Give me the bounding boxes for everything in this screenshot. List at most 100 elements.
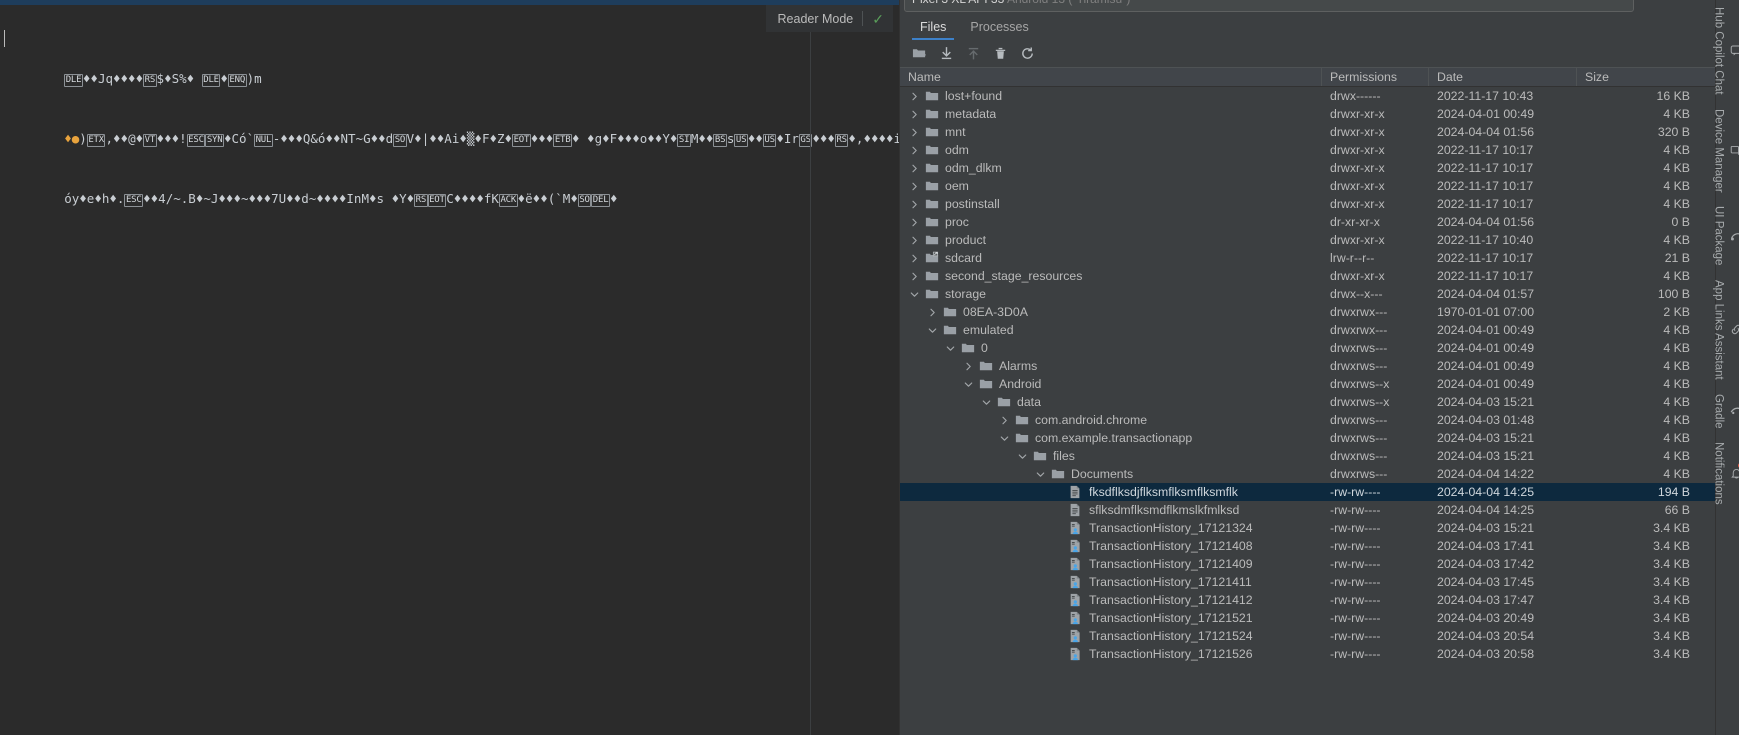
device-selector-combo[interactable]: Pixel 3 XL API 33 Android 13 ("Tiramisu"…	[904, 0, 1634, 12]
chevron-down-icon[interactable]	[926, 324, 939, 337]
file-tree-table[interactable]: lost+found drwx------ 2022-11-17 10:43 16 K…	[900, 87, 1739, 735]
file-row[interactable]: com.android.chrome drwxrws--- 2024-04-03 0…	[900, 411, 1739, 429]
file-size: 320 B	[1657, 125, 1690, 139]
file-name-label: Alarms	[999, 359, 1038, 373]
file-row[interactable]: Alarms drwxrws--- 2024-04-01 00:49 4 KB	[900, 357, 1739, 375]
chevron-right-icon[interactable]	[908, 162, 921, 175]
chevron-right-icon[interactable]	[908, 108, 921, 121]
file-name-label: oem	[945, 179, 969, 193]
file-row[interactable]: TransactionHistory_17121411 -rw-rw---- 202…	[900, 573, 1739, 591]
file-size: 4 KB	[1663, 467, 1690, 481]
editor-text-content[interactable]: DLE ♦♦Jq♦♦♦♦ RS $♦S%♦ DLE ♦ ENQ)m ♦●) ETX ,♦♦@♦…	[0, 5, 899, 735]
save-as-button[interactable]	[933, 41, 959, 65]
file-row[interactable]: odm drwxr-xr-x 2022-11-17 10:17 4 KB	[900, 141, 1739, 159]
chevron-down-icon[interactable]	[998, 432, 1011, 445]
file-row[interactable]: TransactionHistory_17121324 -rw-rw---- 202…	[900, 519, 1739, 537]
file-permissions: drwxr-xr-x	[1330, 179, 1385, 193]
file-size: 4 KB	[1663, 233, 1690, 247]
file-row[interactable]: data drwxrws--x 2024-04-03 15:21 4 KB	[900, 393, 1739, 411]
copilot-chat-icon	[1730, 44, 1739, 57]
upload-icon	[966, 46, 981, 61]
file-row[interactable]: Android drwxrws--x 2024-04-01 00:49 4 KB	[900, 375, 1739, 393]
file-name-label: metadata	[945, 107, 997, 121]
file-row[interactable]: emulated drwxrwx--- 2024-04-01 00:49 4 KB	[900, 321, 1739, 339]
chevron-right-icon[interactable]	[908, 144, 921, 157]
file-row[interactable]: Documents drwxrws--- 2024-04-04 14:22 4 KB	[900, 465, 1739, 483]
chevron-right-icon[interactable]	[908, 180, 921, 193]
file-row[interactable]: TransactionHistory_17121408 -rw-rw---- 202…	[900, 537, 1739, 555]
file-row[interactable]: postinstall drwxr-xr-x 2022-11-17 10:17 4 K…	[900, 195, 1739, 213]
chevron-right-icon[interactable]	[926, 306, 939, 319]
file-name-cell: TransactionHistory_17121521	[900, 610, 1322, 626]
file-row[interactable]: 0 drwxrws--- 2024-04-01 00:49 4 KB	[900, 339, 1739, 357]
file-row[interactable]: sflksdmflksmdflkmslkfmlksd -rw-rw---- 2024…	[900, 501, 1739, 519]
file-row[interactable]: odm_dlkm drwxr-xr-x 2022-11-17 10:17 4 KB	[900, 159, 1739, 177]
file-row[interactable]: com.example.transactionapp drwxrws--- 2024…	[900, 429, 1739, 447]
file-name-label: proc	[945, 215, 969, 229]
file-row[interactable]: product drwxr-xr-x 2022-11-17 10:40 4 KB	[900, 231, 1739, 249]
column-header-date[interactable]: Date	[1429, 68, 1577, 86]
chevron-right-icon[interactable]	[962, 360, 975, 373]
chevron-down-icon[interactable]	[980, 396, 993, 409]
file-row[interactable]: TransactionHistory_17121409 -rw-rw---- 202…	[900, 555, 1739, 573]
chevron-down-icon[interactable]	[1034, 468, 1047, 481]
rail-item-hub-copilot-chat[interactable]: Hub Copilot Chat	[1713, 2, 1739, 104]
file-date: 2024-04-03 15:21	[1437, 395, 1535, 409]
file-name-label: postinstall	[945, 197, 1000, 211]
file-row[interactable]: sdcard lrw-r--r-- 2022-11-17 10:17 21 B	[900, 249, 1739, 267]
chevron-right-icon[interactable]	[908, 234, 921, 247]
rail-item-gradle[interactable]: Gradle	[1713, 389, 1739, 438]
folder-icon	[925, 142, 941, 158]
file-row[interactable]: oem drwxr-xr-x 2022-11-17 10:17 4 KB	[900, 177, 1739, 195]
file-row[interactable]: mnt drwxr-xr-x 2024-04-04 01:56 320 B	[900, 123, 1739, 141]
file-row[interactable]: storage drwx--x--- 2024-04-04 01:57 100 B	[900, 285, 1739, 303]
column-header-permissions[interactable]: Permissions	[1322, 68, 1429, 86]
file-row[interactable]: second_stage_resources drwxr-xr-x 2022-11-…	[900, 267, 1739, 285]
rail-item-device-manager[interactable]: Device Manager	[1713, 104, 1739, 202]
file-row[interactable]: metadata drwxr-xr-x 2024-04-01 00:49 4 KB	[900, 105, 1739, 123]
binary-editor-pane[interactable]: Reader Mode ✓ DLE ♦♦Jq♦♦♦♦ RS $♦S%♦ DLE ♦ ENQ…	[0, 0, 900, 735]
file-name-label: mnt	[945, 125, 966, 139]
folder-icon	[925, 232, 941, 248]
chevron-down-icon[interactable]	[962, 378, 975, 391]
file-row[interactable]: fksdflksdjflksmflksmflksmflk -rw-rw---- 20…	[900, 483, 1739, 501]
rail-item-ui-package[interactable]: UI Package	[1713, 201, 1739, 274]
tab-files[interactable]: Files	[908, 16, 958, 40]
file-name-label: com.android.chrome	[1035, 413, 1148, 427]
chevron-right-icon[interactable]	[908, 90, 921, 103]
new-folder-button[interactable]	[906, 41, 932, 65]
chevron-right-icon[interactable]	[908, 252, 921, 265]
file-permissions: drwx--x---	[1330, 287, 1383, 301]
upload-button[interactable]	[960, 41, 986, 65]
folder-icon	[979, 358, 995, 374]
chevron-down-icon[interactable]	[944, 342, 957, 355]
file-permissions: -rw-rw----	[1330, 611, 1381, 625]
tab-processes[interactable]: Processes	[958, 16, 1040, 40]
file-row[interactable]: TransactionHistory_17121524 -rw-rw---- 202…	[900, 627, 1739, 645]
rail-item-app-links-assistant[interactable]: App Links Assistant	[1713, 275, 1739, 389]
chevron-down-icon[interactable]	[908, 288, 921, 301]
chevron-right-icon[interactable]	[908, 216, 921, 229]
file-row[interactable]: proc dr-xr-xr-x 2024-04-04 01:56 0 B	[900, 213, 1739, 231]
file-size: 3.4 KB	[1653, 647, 1690, 661]
file-date: 2024-04-01 00:49	[1437, 359, 1535, 373]
file-permissions: -rw-rw----	[1330, 557, 1381, 571]
column-header-name[interactable]: Name	[900, 68, 1322, 86]
file-date: 2024-04-04 14:22	[1437, 467, 1535, 481]
synchronize-button[interactable]	[1014, 41, 1040, 65]
column-header-size[interactable]: Size	[1577, 68, 1722, 86]
delete-button[interactable]	[987, 41, 1013, 65]
file-row[interactable]: 08EA-3D0A drwxrwx--- 1970-01-01 07:00 2 KB	[900, 303, 1739, 321]
file-row[interactable]: TransactionHistory_17121521 -rw-rw---- 202…	[900, 609, 1739, 627]
chevron-right-icon[interactable]	[908, 270, 921, 283]
rail-item-notifications[interactable]: Notifications	[1713, 437, 1739, 514]
file-row[interactable]: TransactionHistory_17121526 -rw-rw---- 202…	[900, 645, 1739, 663]
chevron-down-icon[interactable]	[1016, 450, 1029, 463]
chevron-right-icon[interactable]	[908, 198, 921, 211]
chevron-right-icon[interactable]	[998, 414, 1011, 427]
file-row[interactable]: files drwxrws--- 2024-04-03 15:21 4 KB	[900, 447, 1739, 465]
file-row[interactable]: TransactionHistory_17121412 -rw-rw---- 202…	[900, 591, 1739, 609]
file-row[interactable]: lost+found drwx------ 2022-11-17 10:43 16 K…	[900, 87, 1739, 105]
chevron-right-icon[interactable]	[908, 126, 921, 139]
folder-icon	[925, 268, 941, 284]
